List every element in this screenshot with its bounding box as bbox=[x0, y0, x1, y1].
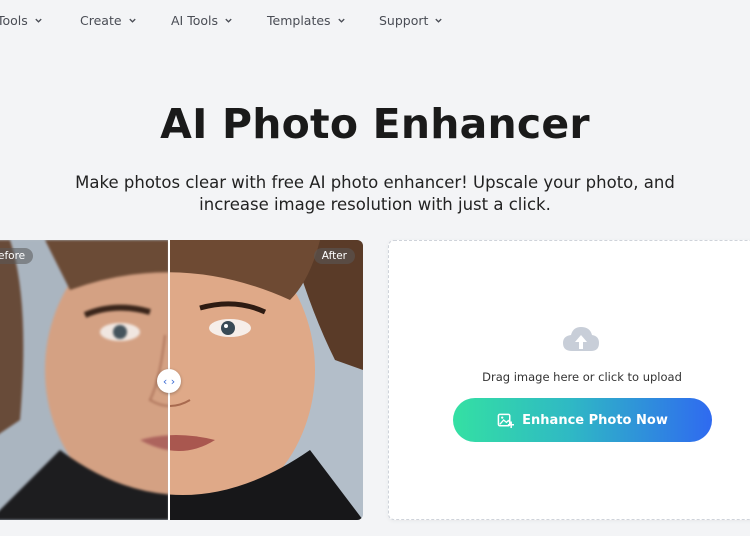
chevron-down-icon bbox=[35, 18, 42, 23]
upload-dropzone[interactable]: Drag image here or click to upload Enhan… bbox=[388, 240, 750, 520]
enhance-button-label: Enhance Photo Now bbox=[522, 412, 668, 428]
nav-item-templates[interactable]: Templates bbox=[267, 13, 346, 28]
nav-item-label: Templates bbox=[267, 13, 331, 28]
image-add-icon bbox=[497, 413, 515, 428]
chevron-down-icon bbox=[128, 18, 136, 23]
cloud-upload-icon bbox=[563, 327, 599, 351]
nav-item-label: AI Tools bbox=[171, 13, 219, 28]
nav-item-label: Create bbox=[80, 13, 122, 28]
nav-item-create[interactable]: Create bbox=[80, 13, 137, 28]
nav-item-label: Support bbox=[379, 13, 429, 28]
after-label: After bbox=[313, 248, 355, 264]
chevron-down-icon bbox=[435, 18, 443, 23]
nav-item-support[interactable]: Support bbox=[379, 13, 443, 28]
before-image bbox=[0, 240, 169, 520]
compare-slider-handle[interactable]: ‹ › bbox=[157, 369, 181, 393]
portrait-image bbox=[0, 240, 169, 520]
enhance-photo-button[interactable]: Enhance Photo Now bbox=[453, 398, 712, 442]
subtitle-line: Make photos clear with free AI photo enh… bbox=[75, 173, 675, 192]
before-label: efore bbox=[0, 248, 34, 264]
page-title: AI Photo Enhancer bbox=[160, 100, 590, 148]
before-after-compare[interactable]: ‹ › efore After bbox=[0, 240, 363, 520]
portrait-image bbox=[169, 240, 363, 520]
after-image bbox=[169, 240, 363, 520]
nav-item-label: Tools bbox=[0, 13, 28, 28]
nav-item-ai-tools[interactable]: AI Tools bbox=[171, 13, 233, 28]
drag-instruction: Drag image here or click to upload bbox=[482, 370, 682, 384]
nav-item-tools[interactable]: Tools bbox=[0, 13, 43, 28]
page-subtitle: Make photos clear with free AI photo enh… bbox=[40, 172, 710, 216]
chevron-down-icon bbox=[337, 18, 345, 23]
chevron-down-icon bbox=[225, 18, 232, 23]
top-nav: Tools Create AI Tools Templates Support bbox=[0, 0, 750, 42]
subtitle-line: increase image resolution with just a cl… bbox=[199, 195, 551, 214]
